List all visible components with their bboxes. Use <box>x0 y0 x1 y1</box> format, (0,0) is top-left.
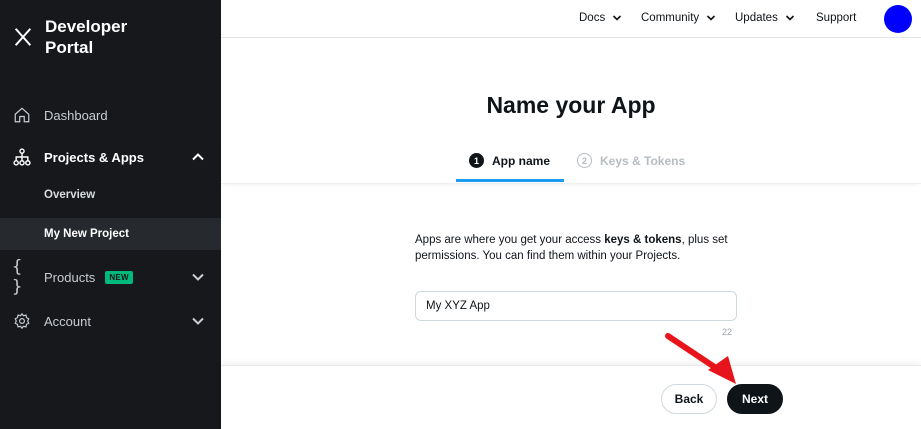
sidebar-subitem-overview[interactable]: Overview <box>0 183 221 207</box>
nav-community[interactable]: Community <box>641 12 716 24</box>
app-name-input[interactable] <box>415 291 737 321</box>
back-button[interactable]: Back <box>661 384 717 414</box>
nav-updates[interactable]: Updates <box>735 12 795 24</box>
sidebar-item-label: Account <box>44 313 91 329</box>
description-bold-text: keys & tokens <box>604 234 682 246</box>
next-button[interactable]: Next <box>727 384 783 414</box>
step-keys-tokens[interactable]: 2 Keys & Tokens <box>577 153 685 168</box>
app-description: Apps are where you get your access keys … <box>415 232 755 264</box>
brand[interactable]: Developer Portal <box>12 16 155 58</box>
sidebar-item-dashboard[interactable]: Dashboard <box>0 104 221 126</box>
step-app-name[interactable]: 1 App name <box>469 153 550 168</box>
sidebar-item-products[interactable]: { } Products NEW <box>0 257 221 297</box>
nav-community-label: Community <box>641 12 700 24</box>
avatar[interactable] <box>884 5 912 33</box>
step-number: 2 <box>577 153 592 168</box>
sidebar-item-projects-apps[interactable]: Projects & Apps <box>0 146 221 168</box>
chevron-down-icon <box>785 15 794 21</box>
chevron-down-icon <box>707 15 716 21</box>
nav-docs-label: Docs <box>579 12 606 24</box>
nav-support[interactable]: Support <box>816 12 856 24</box>
gear-icon <box>12 311 32 331</box>
chevron-down-icon <box>192 273 204 281</box>
sidebar-subitem-label: My New Project <box>44 228 129 240</box>
description-text: Apps are where you get your access <box>415 234 605 246</box>
sidebar-subitem-my-new-project[interactable]: My New Project <box>0 218 221 250</box>
chevron-up-icon <box>192 153 204 161</box>
sidebar-item-label: Products <box>44 269 96 285</box>
step-label: Keys & Tokens <box>600 153 686 168</box>
braces-icon: { } <box>12 257 23 297</box>
chevron-down-icon <box>613 15 622 21</box>
sidebar-item-label: Projects & Apps <box>44 149 144 165</box>
char-counter: 22 <box>722 327 733 337</box>
stepper: 1 App name 2 Keys & Tokens <box>221 140 921 184</box>
active-step-indicator <box>456 179 564 182</box>
home-icon <box>12 105 32 125</box>
brand-title: Developer Portal <box>45 17 128 57</box>
page-title: Name your App <box>486 92 656 118</box>
sidebar-subitem-label: Overview <box>44 189 96 201</box>
step-number: 1 <box>469 153 484 168</box>
projects-icon <box>12 147 32 167</box>
footer-bar <box>221 365 921 429</box>
nav-updates-label: Updates <box>735 12 778 24</box>
nav-docs[interactable]: Docs <box>579 12 622 24</box>
new-badge: NEW <box>105 270 133 284</box>
chevron-down-icon <box>192 317 204 325</box>
step-label: App name <box>492 153 551 168</box>
nav-support-label: Support <box>816 12 857 24</box>
sidebar: Developer Portal Dashboard Projects & Ap… <box>0 0 221 429</box>
sidebar-item-account[interactable]: Account <box>0 310 221 332</box>
x-logo-icon <box>14 28 32 46</box>
sidebar-item-label: Dashboard <box>44 107 108 123</box>
